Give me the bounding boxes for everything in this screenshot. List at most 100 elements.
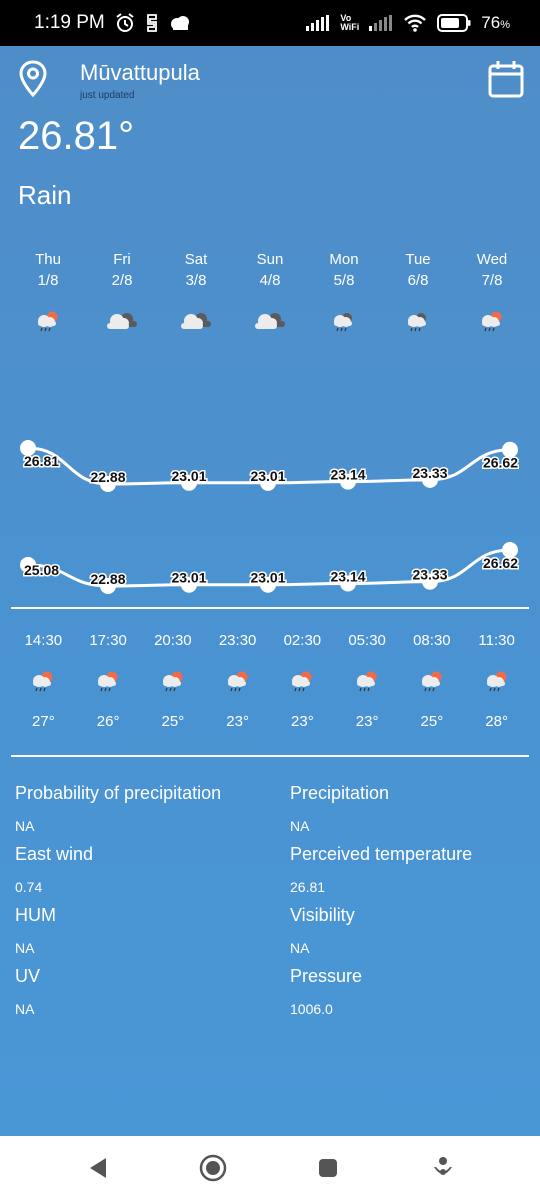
details-row: Probability of precipitation NA Precipita…	[15, 783, 525, 844]
daily-forecast: Thu 1/8 Fri 2/8 Sat 3/8 Sun 4/8 Mon 5/8 …	[11, 249, 529, 335]
day-column[interactable]: Fri 2/8	[85, 249, 159, 335]
day-name: Tue	[405, 251, 431, 268]
detail-label: Probability of precipitation	[15, 783, 222, 803]
day-date: 3/8	[185, 272, 207, 289]
divider	[11, 755, 529, 757]
hour-time: 02:30	[283, 632, 322, 649]
day-date: 6/8	[407, 272, 429, 289]
current-temperature: 26.81°	[18, 114, 135, 158]
data-label: 23.14	[330, 568, 365, 584]
detail-value: NA	[15, 1001, 35, 1017]
rain-icon	[400, 667, 465, 695]
data-label: 26.62	[483, 455, 518, 471]
detail-label: UV	[15, 966, 41, 986]
hour-temperature: 25°	[161, 713, 185, 730]
day-column[interactable]: Wed 7/8	[455, 249, 529, 335]
hour-column[interactable]: 20:30 25°	[141, 632, 206, 730]
day-name: Sun	[256, 251, 284, 268]
hour-temperature: 23°	[291, 713, 314, 730]
home-button[interactable]	[183, 1138, 243, 1198]
assistant-icon[interactable]	[413, 1138, 473, 1198]
cloud-rain-icon	[307, 307, 381, 335]
hour-temperature: 26°	[96, 713, 120, 730]
hour-time: 17:30	[89, 632, 127, 649]
day-date: 4/8	[259, 272, 281, 289]
hour-temperature: 23°	[355, 713, 379, 730]
city-name[interactable]: Mūvattupula	[80, 60, 200, 86]
current-condition: Rain	[18, 180, 72, 210]
day-date: 5/8	[333, 272, 355, 289]
vowifi-label: Vo WiFi	[340, 13, 360, 32]
calendar-icon[interactable]	[488, 60, 524, 103]
day-column[interactable]: Thu 1/8	[11, 249, 85, 335]
day-name: Mon	[329, 251, 359, 268]
hour-column[interactable]: 11:30 28°	[464, 632, 529, 730]
hour-column[interactable]: 08:30 25°	[400, 632, 465, 730]
cell-signal-icon	[306, 15, 330, 31]
details-row: East wind 0.74 Perceived temperature 26.81	[15, 844, 525, 905]
temperature-chart: 26.81 22.88 23.01 23.01 23.14 23.33 26.62 25.08…	[20, 440, 520, 594]
hour-column[interactable]: 17:30 26°	[76, 632, 141, 730]
detail-value: NA	[290, 818, 310, 834]
day-column[interactable]: Mon 5/8	[307, 249, 381, 335]
detail-label: Precipitation	[290, 783, 390, 803]
cell-signal-2-icon	[369, 15, 393, 31]
detail-value: NA	[15, 940, 35, 956]
detail-value: NA	[15, 818, 35, 834]
divider	[11, 607, 529, 609]
day-column[interactable]: Sat 3/8	[159, 249, 233, 335]
recents-button[interactable]	[298, 1138, 358, 1198]
data-label: 22.88	[90, 571, 125, 587]
hour-column[interactable]: 02:30 23°	[270, 632, 335, 730]
cloudy-icon	[233, 307, 307, 335]
back-button[interactable]	[68, 1138, 128, 1198]
rain-icon	[270, 667, 335, 695]
cloud-rain-icon	[381, 307, 455, 335]
alarm-icon	[115, 13, 135, 33]
day-column[interactable]: Sun 4/8	[233, 249, 307, 335]
data-label: 23.33	[412, 567, 447, 583]
data-label: 23.01	[171, 468, 206, 484]
wifi-icon	[403, 14, 427, 32]
data-label: 23.01	[250, 468, 285, 484]
cloud-app-icon	[169, 14, 191, 32]
data-label: 23.01	[250, 570, 285, 586]
data-label: 26.81	[24, 453, 59, 469]
status-time: 1:19 PM	[34, 12, 105, 33]
hourly-forecast: 14:30 27° 17:30 26° 20:30 25° 23:30 23° 02:30 23°…	[11, 632, 529, 730]
cloudy-icon	[159, 307, 233, 335]
rain-icon	[464, 667, 529, 695]
weather-app: Mūvattupula just updated 26.81° Rain Thu…	[0, 46, 540, 1136]
data-label: 26.62	[483, 555, 518, 571]
hour-time: 20:30	[154, 632, 192, 649]
battery-icon	[437, 14, 471, 32]
rain-icon	[11, 667, 76, 695]
detail-value: 0.74	[15, 879, 43, 895]
battery-percent: 76%	[481, 13, 510, 32]
detail-label: Pressure	[290, 966, 363, 986]
hour-time: 05:30	[348, 632, 386, 649]
hour-temperature: 28°	[485, 713, 508, 730]
hour-column[interactable]: 23:30 23°	[205, 632, 270, 730]
day-column[interactable]: Tue 6/8	[381, 249, 455, 335]
data-label: 22.88	[90, 469, 125, 485]
hour-time: 14:30	[24, 632, 63, 649]
rain-icon	[141, 667, 206, 695]
weather-details: Probability of precipitation NA Precipita…	[15, 783, 525, 1027]
hour-time: 08:30	[413, 632, 451, 649]
day-name: Fri	[113, 251, 131, 268]
update-status: just updated	[80, 90, 135, 101]
hour-column[interactable]: 05:30 23°	[335, 632, 400, 730]
rain-icon	[76, 667, 141, 695]
location-pin-icon[interactable]	[18, 60, 48, 103]
details-row: HUM NA Visibility NA	[15, 905, 525, 966]
detail-value: 26.81	[290, 879, 326, 895]
data-label: 23.33	[412, 465, 447, 481]
hour-column[interactable]: 14:30 27°	[11, 632, 76, 730]
rain-icon	[335, 667, 400, 695]
data-label: 23.14	[330, 467, 365, 483]
rain-icon	[11, 307, 85, 335]
day-date: 1/8	[37, 272, 59, 289]
cloudy-icon	[85, 307, 159, 335]
day-date: 7/8	[481, 272, 503, 289]
